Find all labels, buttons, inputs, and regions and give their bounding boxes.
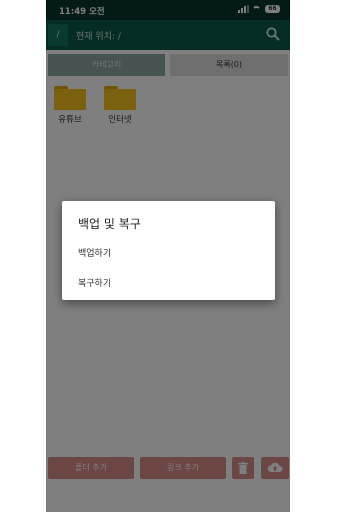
screen-frame: 11:49 오전 66 / 현재 위치: / 카테고리 목록(0) — [0, 0, 337, 512]
app-screen: 11:49 오전 66 / 현재 위치: / 카테고리 목록(0) — [46, 0, 290, 512]
backup-restore-dialog: 백업 및 복구 백업하기 복구하기 — [62, 201, 275, 300]
dialog-title: 백업 및 복구 — [78, 217, 141, 231]
restore-option[interactable]: 복구하기 — [78, 276, 111, 289]
backup-option[interactable]: 백업하기 — [78, 246, 111, 259]
